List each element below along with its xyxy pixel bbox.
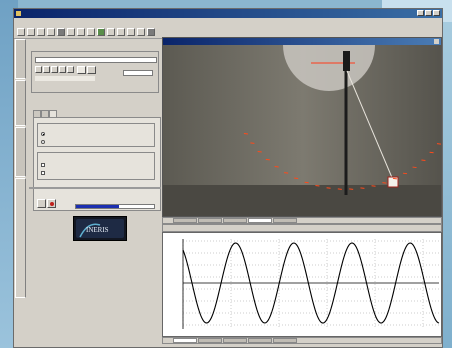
object-1-radio[interactable] (41, 132, 45, 136)
trajectory-mark (412, 166, 417, 169)
trajectory-mark (436, 143, 441, 145)
show-points-checkbox[interactable] (41, 163, 45, 167)
zoom-button[interactable] (77, 66, 86, 74)
frame-slider[interactable] (35, 76, 95, 81)
camera-button[interactable] (57, 28, 65, 36)
open-file-button[interactable] (27, 28, 35, 36)
video-tab-4[interactable] (248, 218, 272, 223)
stop-button[interactable] (51, 66, 58, 73)
progress-fill (76, 205, 119, 208)
trajectory-mark (382, 182, 387, 184)
show-trajectory-checkbox[interactable] (41, 171, 45, 175)
trajectory-mark (421, 159, 426, 162)
ineris-logo-text: INERIS (86, 226, 109, 234)
app-window: INERIS (13, 8, 443, 348)
pendulum-stand (343, 51, 350, 71)
window-controls (417, 10, 440, 16)
trajectory-mark (315, 184, 320, 187)
plot-tab-strip (162, 337, 442, 344)
tool-button-14[interactable] (147, 28, 155, 36)
tool-button-7[interactable] (77, 28, 85, 36)
trajectory-mark (429, 151, 434, 154)
tool-button-6[interactable] (67, 28, 75, 36)
plot-tab-5[interactable] (273, 338, 297, 343)
video-tab-5[interactable] (273, 218, 297, 223)
trajectory-mark (250, 142, 255, 144)
video-tab-strip (162, 217, 442, 224)
trajectory-mark (326, 187, 331, 189)
object-2-radio[interactable] (41, 140, 45, 144)
frame-rate-field[interactable] (123, 70, 153, 76)
title-bar (14, 9, 442, 18)
progress-bar (75, 204, 155, 209)
oscillation-plot-svg (163, 233, 441, 336)
trajectory-mark (243, 133, 248, 135)
plot-tab-2[interactable] (198, 338, 222, 343)
panel-tab-2[interactable] (41, 110, 49, 117)
panel-tab-1[interactable] (33, 110, 41, 117)
vertical-tab-1[interactable] (15, 39, 26, 79)
save-button[interactable] (37, 28, 45, 36)
trajectory-mark (337, 188, 342, 190)
trajectory-mark (265, 158, 270, 161)
video-frame (163, 45, 441, 216)
tool-button-13[interactable] (137, 28, 145, 36)
tool-button-12[interactable] (127, 28, 135, 36)
trajectory-mark (257, 150, 262, 153)
tool-button-8[interactable] (87, 28, 95, 36)
trajectory-mark (294, 177, 299, 179)
file-path-field[interactable] (35, 57, 157, 63)
vertical-tab-2[interactable] (15, 80, 26, 126)
tool-button-9[interactable] (97, 28, 105, 36)
plot-tab-1[interactable] (173, 338, 197, 343)
trajectory-mark (274, 165, 279, 168)
separator (29, 187, 161, 189)
trajectory-mark (392, 177, 397, 180)
plot-tab-3[interactable] (223, 338, 247, 343)
video-tab-2[interactable] (198, 218, 222, 223)
last-frame-button[interactable] (67, 66, 74, 73)
first-frame-button[interactable] (35, 66, 42, 73)
minimize-icon[interactable] (417, 10, 424, 16)
tool-button[interactable] (87, 66, 96, 74)
trajectory-mark (349, 188, 354, 190)
trajectory-mark (371, 185, 376, 187)
ineris-logo: INERIS (73, 216, 127, 241)
trajectory-mark (284, 172, 289, 174)
video-close-icon[interactable] (434, 39, 439, 44)
vertical-tab-3[interactable] (15, 127, 26, 177)
panel-tabs (33, 110, 57, 117)
menu-bar (14, 18, 442, 26)
vertical-tab-strip (14, 39, 27, 347)
new-file-button[interactable] (17, 28, 25, 36)
play-button[interactable] (59, 66, 66, 73)
tool-button-10[interactable] (107, 28, 115, 36)
trajectory-mark (402, 172, 408, 175)
video-title-bar (163, 38, 441, 45)
plot-header (162, 224, 442, 232)
ineris-logo-graphic: INERIS (76, 219, 124, 238)
video-tab-3[interactable] (223, 218, 247, 223)
previous-frame-button[interactable] (43, 66, 50, 73)
tool-button-11[interactable] (117, 28, 125, 36)
print-button[interactable] (47, 28, 55, 36)
video-tab-1[interactable] (173, 218, 197, 223)
close-icon[interactable] (433, 10, 440, 16)
plot-tab-4[interactable] (248, 338, 272, 343)
display-options-group (37, 152, 155, 180)
treatment-button-1[interactable] (37, 199, 46, 208)
video-pane[interactable] (162, 37, 442, 217)
record-icon (50, 202, 54, 206)
oscillation-plot[interactable] (162, 232, 442, 337)
app-icon (16, 11, 21, 16)
panel-tab-3[interactable] (49, 110, 57, 117)
vertical-tab-4[interactable] (15, 178, 26, 298)
trajectory-mark (360, 187, 365, 189)
trajectory-mark (304, 181, 309, 184)
point-selection-group (37, 123, 155, 147)
treatment-button-2[interactable] (47, 199, 56, 208)
maximize-icon[interactable] (425, 10, 432, 16)
control-panel: INERIS (27, 39, 162, 347)
